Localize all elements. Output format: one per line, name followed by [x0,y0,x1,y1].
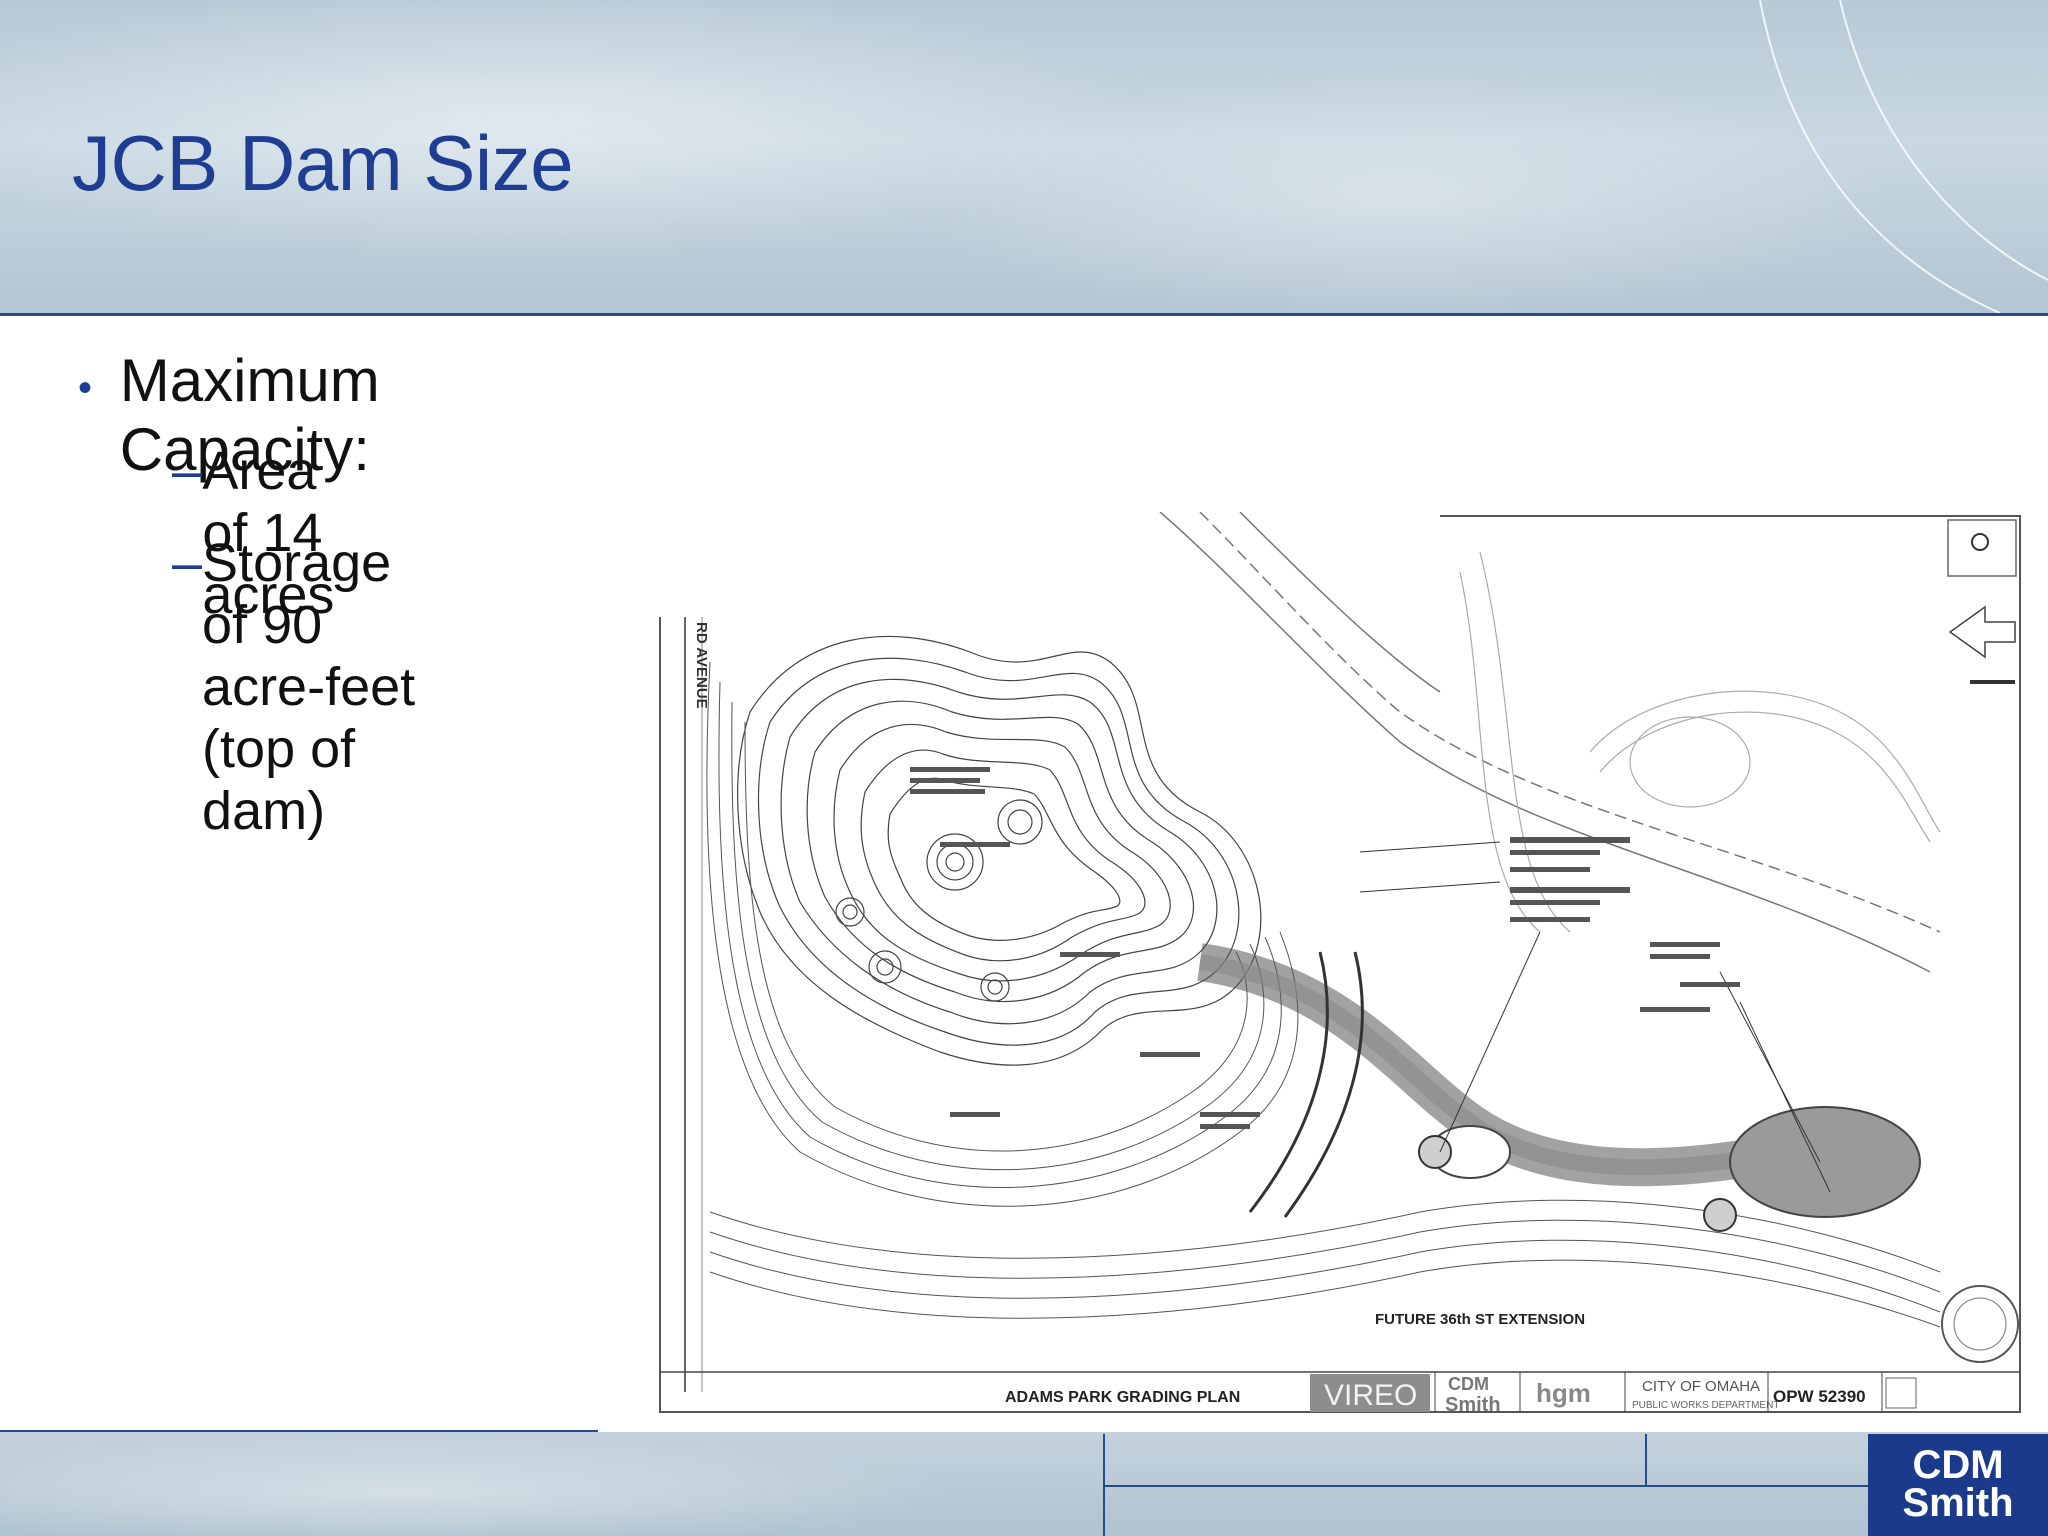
logo-line2: Smith [1902,1481,2014,1525]
firm-cdm-logo-line1: CDM [1448,1374,1489,1394]
grading-plan-drawing: RD AVENUE FUTURE 36th ST EXTENSION ADAMS… [640,512,2030,1417]
footer-divider [1645,1434,1647,1486]
logo-line1: CDM [1912,1443,2004,1487]
footer-background [0,1432,2048,1536]
department-name: PUBLIC WORKS DEPARTMENT [1632,1400,1779,1411]
cdm-smith-logo: CDM Smith [1868,1434,2048,1536]
slide-title: JCB Dam Size [72,119,574,207]
bullet-dot-icon: • [78,366,93,410]
street-label: RD AVENUE [693,622,710,709]
project-number: OPW 52390 [1773,1387,1866,1406]
footer-rule [0,1430,598,1432]
firm-cdm-logo-line2: Smith [1445,1394,1501,1416]
firm-vireo-logo: VIREO [1324,1379,1417,1412]
dash-icon: – [172,533,203,593]
sub-bullet-text: Storage of 90 acre-feet (top of dam) [202,533,416,841]
sub-bullet-item: – Storage of 90 acre-feet (top of dam) [172,532,431,842]
dash-icon: – [172,441,203,501]
footer-rule [1103,1485,1868,1487]
city-name: CITY OF OMAHA [1642,1378,1760,1395]
street-extension-label: FUTURE 36th ST EXTENSION [1375,1311,1585,1328]
header-rule [0,313,2048,316]
firm-hgm-logo: hgm [1536,1378,1591,1408]
plan-name: ADAMS PARK GRADING PLAN [1005,1389,1240,1406]
